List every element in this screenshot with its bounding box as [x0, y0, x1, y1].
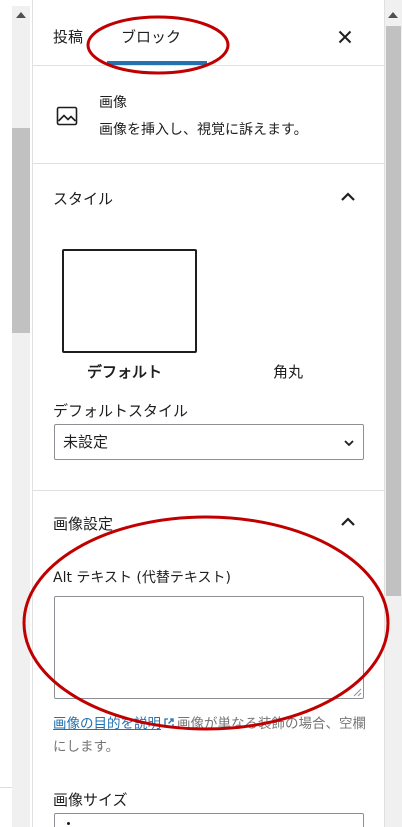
block-card: 画像 画像を挿入し、視覚に訴えます。: [33, 67, 384, 164]
left-scrollbar-thumb[interactable]: [12, 128, 30, 333]
image-icon: [56, 106, 78, 126]
image-size-select[interactable]: [54, 813, 364, 827]
default-style-label: デフォルトスタイル: [53, 402, 189, 420]
chevron-up-icon[interactable]: [337, 186, 359, 208]
annotation-ellipse-alt-text: [22, 515, 390, 731]
scroll-up-arrow-icon[interactable]: [388, 12, 398, 18]
block-name: 画像: [99, 95, 127, 111]
chevron-down-icon: [344, 440, 354, 447]
default-style-select[interactable]: 未設定: [54, 424, 364, 460]
style-option-rounded[interactable]: 角丸: [273, 361, 303, 382]
block-description: 画像を挿入し、視覚に訴えます。: [99, 122, 308, 138]
right-scrollbar-thumb[interactable]: [386, 26, 401, 596]
divider: [33, 490, 384, 491]
default-style-select-value: 未設定: [63, 433, 109, 451]
annotation-ellipse-block-tab: [86, 15, 230, 75]
close-icon[interactable]: [333, 25, 357, 49]
style-section-title[interactable]: スタイル: [53, 188, 113, 209]
scroll-up-arrow-icon[interactable]: [16, 12, 26, 18]
style-option-default-preview[interactable]: [62, 249, 197, 353]
image-size-label: 画像サイズ: [53, 791, 128, 809]
style-option-default[interactable]: デフォルト: [87, 361, 162, 382]
tab-post[interactable]: 投稿: [53, 9, 83, 65]
divider: [0, 787, 12, 788]
